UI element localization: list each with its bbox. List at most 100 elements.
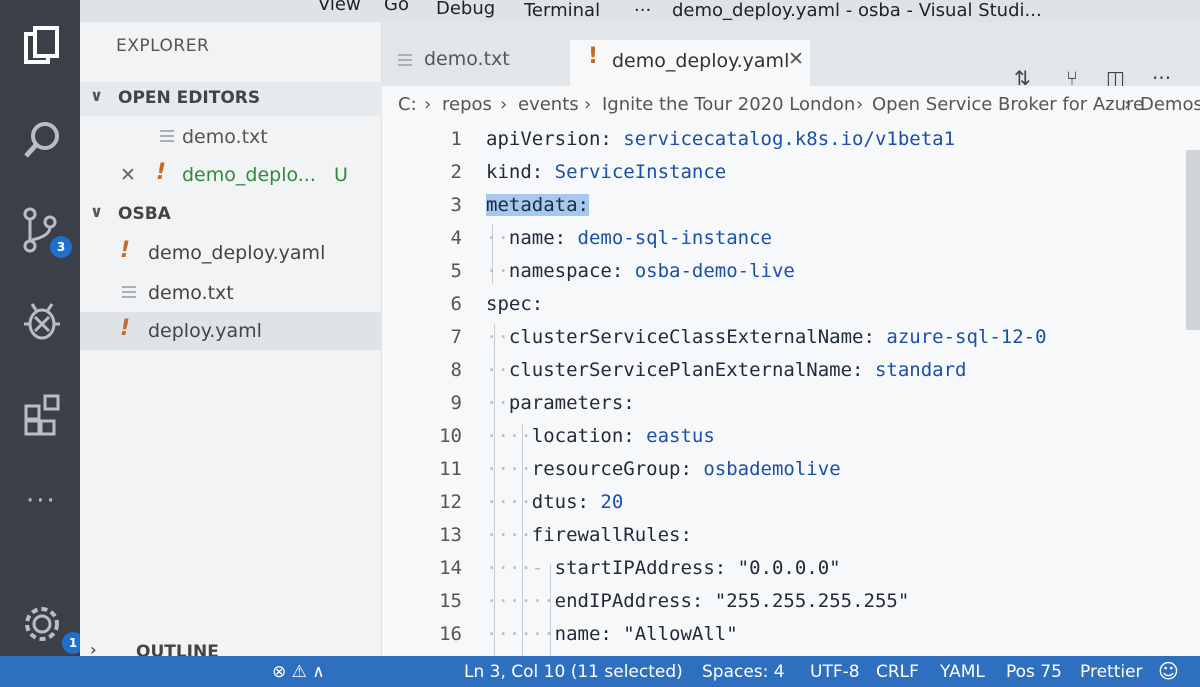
open-editors-header[interactable]: ∨ OPEN EDITORS xyxy=(80,82,382,116)
settings-gear-icon[interactable] xyxy=(18,600,66,648)
code-line[interactable]: ··clusterServiceClassExternalName: azure… xyxy=(486,326,1047,348)
breadcrumb: C: › repos › events › Ignite the Tour 20… xyxy=(382,86,1200,124)
breadcrumb-item[interactable]: Ignite the Tour 2020 London xyxy=(602,94,855,115)
code-line[interactable]: ····dtus: 20 xyxy=(486,491,623,513)
yaml-value: "255.255.255.255" xyxy=(703,590,910,612)
breadcrumb-item[interactable]: repos xyxy=(442,94,492,115)
code-line[interactable]: ····firewallRules: xyxy=(486,524,692,546)
line-number: 5 xyxy=(450,260,462,282)
code-editor[interactable]: 1 apiVersion: servicecatalog.k8s.io/v1bet… xyxy=(382,124,1200,656)
line-number: 12 xyxy=(439,491,462,513)
code-line[interactable]: ······endIPAddress: "255.255.255.255" xyxy=(486,590,909,612)
line-number: 15 xyxy=(439,590,462,612)
yaml-value: ServiceInstance xyxy=(543,161,727,183)
yaml-key: resourceGroup: xyxy=(531,458,692,480)
file-label: demo.txt xyxy=(148,282,234,304)
search-icon[interactable] xyxy=(18,116,66,164)
menu-go[interactable]: Go xyxy=(384,0,409,15)
close-tab-icon[interactable]: ✕ xyxy=(788,48,804,70)
scrollbar-thumb[interactable] xyxy=(1186,150,1200,330)
chevron-right-icon: › xyxy=(424,94,432,115)
code-line[interactable]: ··parameters: xyxy=(486,392,635,414)
extensions-icon[interactable] xyxy=(18,392,66,440)
open-editor-label: demo.txt xyxy=(182,126,268,148)
encoding-status[interactable]: UTF-8 xyxy=(810,662,860,682)
yaml-key: metadata: xyxy=(486,194,589,216)
status-bar: ⊗ ⚠ ∧ Ln 3, Col 10 (11 selected) Spaces:… xyxy=(0,656,1200,687)
text-file-icon xyxy=(160,130,174,146)
language-status[interactable]: YAML xyxy=(940,662,985,682)
explorer-icon[interactable] xyxy=(18,24,66,72)
code-line[interactable]: spec: xyxy=(486,293,543,315)
code-line[interactable]: apiVersion: servicecatalog.k8s.io/v1beta… xyxy=(486,128,955,150)
menu-view[interactable]: View xyxy=(318,0,361,15)
debug-icon[interactable] xyxy=(18,298,66,346)
workspace-header[interactable]: ∨ OSBA xyxy=(80,198,382,232)
scm-badge: 3 xyxy=(50,236,72,258)
tab-demo-deploy-yaml[interactable]: ! demo_deploy.yaml ✕ xyxy=(570,40,810,86)
text-file-icon xyxy=(398,54,412,70)
explorer-title: EXPLORER xyxy=(116,36,210,56)
file-tree-item[interactable]: ! demo_deploy.yaml xyxy=(80,234,382,272)
breadcrumb-item[interactable]: Open Service Broker for Azure xyxy=(872,94,1144,115)
untracked-badge: U xyxy=(334,164,348,186)
chevron-right-icon: › xyxy=(500,94,508,115)
breadcrumb-item[interactable]: C: xyxy=(398,94,417,115)
indent-whitespace: ·· xyxy=(486,359,509,381)
yaml-value: demo-sql-instance xyxy=(566,227,772,249)
open-editor-item[interactable]: demo.txt xyxy=(80,118,382,156)
line-number: 2 xyxy=(450,161,462,183)
line-number: 3 xyxy=(450,194,462,216)
yaml-key: name: xyxy=(554,623,612,645)
menu-debug[interactable]: Debug xyxy=(436,0,495,19)
yaml-key: location: xyxy=(531,425,635,447)
feedback-smiley-icon[interactable]: ☺ xyxy=(1158,659,1179,683)
code-line[interactable]: ··clusterServicePlanExternalName: standa… xyxy=(486,359,966,381)
yaml-value: servicecatalog.k8s.io/v1beta1 xyxy=(611,128,956,150)
code-line[interactable]: ··name: demo-sql-instance xyxy=(486,227,772,249)
menu-more[interactable]: ··· xyxy=(634,0,651,21)
line-number: 16 xyxy=(439,623,462,645)
close-icon[interactable]: ✕ xyxy=(120,164,136,186)
breadcrumb-item[interactable]: Demos xyxy=(1140,94,1200,115)
yaml-value: "0.0.0.0" xyxy=(726,557,841,579)
yaml-file-icon: ! xyxy=(120,316,131,341)
code-line[interactable]: ····location: eastus xyxy=(486,425,715,447)
open-editor-item[interactable]: ✕ ! demo_deplo... U xyxy=(80,156,382,194)
yaml-key: startIPAddress: xyxy=(554,557,727,579)
pos-status[interactable]: Pos 75 xyxy=(1006,662,1062,682)
line-number: 7 xyxy=(450,326,462,348)
yaml-key: endIPAddress: xyxy=(554,590,704,612)
file-tree-item[interactable]: demo.txt xyxy=(80,274,382,312)
chevron-down-icon: ∨ xyxy=(90,86,103,105)
code-line[interactable]: metadata: xyxy=(486,194,589,216)
yaml-key: clusterServiceClassExternalName: xyxy=(508,326,875,348)
code-line[interactable]: ····resourceGroup: osbademolive xyxy=(486,458,841,480)
cursor-position[interactable]: Ln 3, Col 10 (11 selected) xyxy=(464,662,683,682)
line-number: 9 xyxy=(450,392,462,414)
tab-demo-txt[interactable]: demo.txt xyxy=(382,40,562,86)
file-tree-item-selected[interactable]: ! deploy.yaml xyxy=(80,312,382,350)
code-line[interactable]: ····- startIPAddress: "0.0.0.0" xyxy=(486,557,841,579)
line-number: 11 xyxy=(439,458,462,480)
chevron-right-icon: › xyxy=(584,94,592,115)
yaml-key: apiVersion: xyxy=(486,128,612,150)
indent-whitespace: ·· xyxy=(486,260,509,282)
indent-whitespace: ····- xyxy=(486,557,555,579)
notification-icons[interactable]: ⊗ ⚠ ∧ xyxy=(272,662,325,682)
eol-status[interactable]: CRLF xyxy=(876,662,919,682)
editor-tabs: demo.txt ! demo_deploy.yaml ✕ ⇅ ⑂ ◫ ··· xyxy=(382,22,1200,90)
yaml-key: dtus: xyxy=(531,491,589,513)
chevron-right-icon: › xyxy=(856,94,864,115)
breadcrumb-item[interactable]: events xyxy=(518,94,579,115)
code-line[interactable]: ··namespace: osba-demo-live xyxy=(486,260,795,282)
line-number: 4 xyxy=(450,227,462,249)
menu-terminal[interactable]: Terminal xyxy=(524,0,600,21)
code-line[interactable]: ······name: "AllowAll" xyxy=(486,623,738,645)
yaml-value: osba-demo-live xyxy=(623,260,795,282)
prettier-status[interactable]: Prettier xyxy=(1080,662,1143,682)
indentation-status[interactable]: Spaces: 4 xyxy=(702,662,785,682)
code-line[interactable]: kind: ServiceInstance xyxy=(486,161,726,183)
more-icon[interactable]: ··· xyxy=(26,486,57,516)
line-number: 1 xyxy=(450,128,462,150)
